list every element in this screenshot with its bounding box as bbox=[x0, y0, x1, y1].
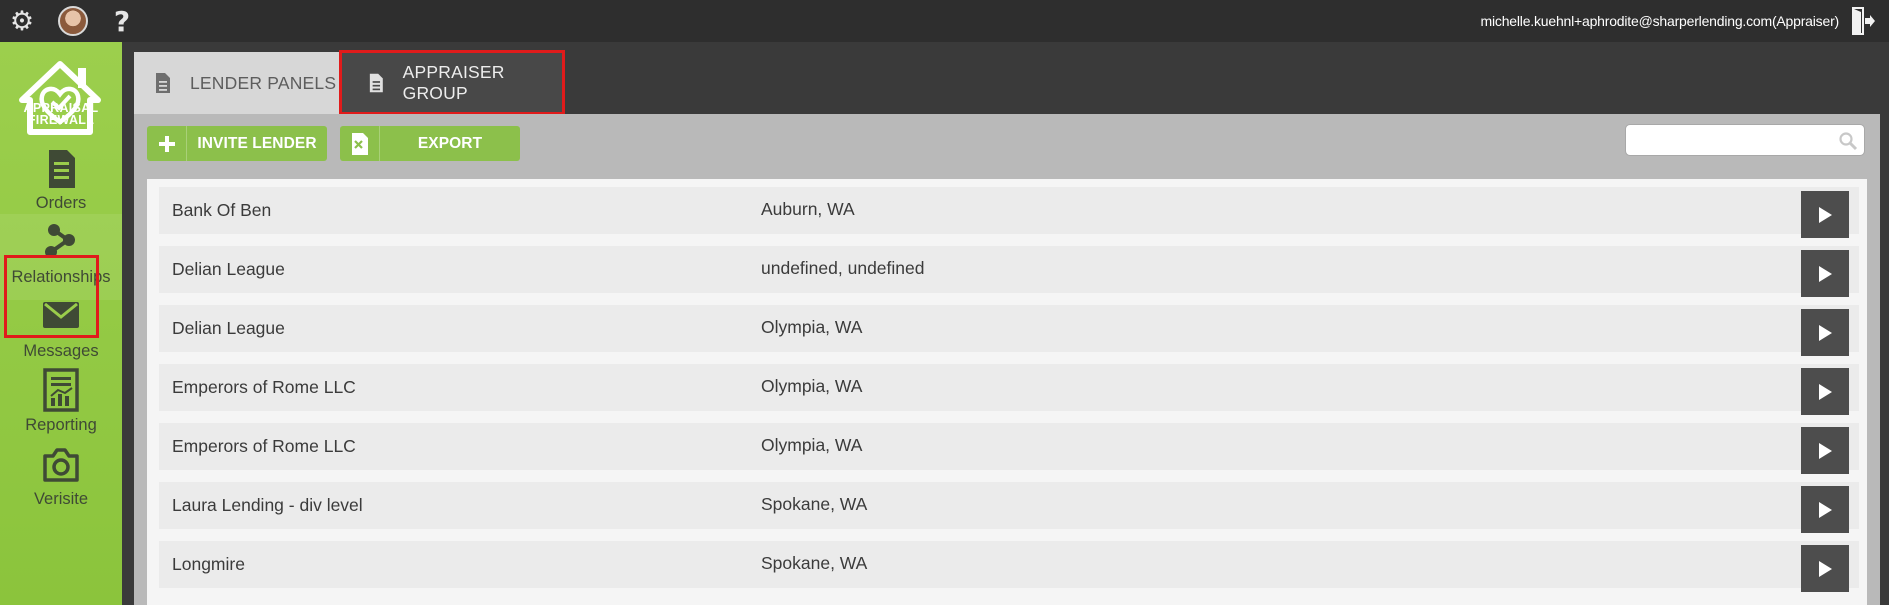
table-row[interactable]: Laura Lending - div level Spokane, WA bbox=[159, 482, 1859, 533]
lender-location: Olympia, WA bbox=[761, 376, 863, 396]
lender-location: Spokane, WA bbox=[761, 553, 868, 573]
document-icon bbox=[369, 73, 383, 93]
sidebar-item-label: Verisite bbox=[33, 490, 89, 508]
tab-label: LENDER PANELS bbox=[190, 72, 337, 93]
user-label[interactable]: michelle.kuehnl+aphrodite@sharperlending… bbox=[1481, 13, 1840, 29]
main-content: LENDER PANELS APPRAISER GROUP INVITE LEN… bbox=[134, 50, 1880, 605]
lender-location: Auburn, WA bbox=[761, 199, 855, 219]
table-row[interactable]: Delian League undefined, undefined bbox=[159, 246, 1859, 297]
open-lender-button[interactable] bbox=[1801, 368, 1849, 415]
logout-icon[interactable] bbox=[1849, 5, 1875, 37]
lender-list: Bank Of Ben Auburn, WA Delian League undefi… bbox=[147, 179, 1867, 605]
sidebar-item-label: Relationships bbox=[11, 268, 111, 286]
lender-location: Olympia, WA bbox=[761, 317, 863, 337]
excel-export-icon bbox=[340, 126, 380, 161]
play-arrow-icon bbox=[1819, 383, 1832, 400]
lender-location: undefined, undefined bbox=[761, 258, 925, 278]
invite-lender-label: INVITE LENDER bbox=[197, 134, 317, 152]
lender-location: Spokane, WA bbox=[761, 494, 868, 514]
avatar[interactable] bbox=[58, 6, 88, 36]
sidebar-item-label: Orders bbox=[35, 194, 87, 212]
open-lender-button[interactable] bbox=[1801, 427, 1849, 474]
tab-appraiser-group[interactable]: APPRAISER GROUP bbox=[342, 52, 562, 114]
lender-name: Laura Lending - div level bbox=[172, 495, 363, 515]
gear-icon[interactable]: ⚙ bbox=[8, 6, 36, 36]
tab-label: APPRAISER GROUP bbox=[402, 62, 505, 103]
tab-lender-panels[interactable]: LENDER PANELS bbox=[134, 52, 340, 114]
appraiser-group-panel: INVITE LENDER EXPORT Bank Of Ben Auburn, … bbox=[134, 114, 1880, 605]
invite-lender-button[interactable]: INVITE LENDER bbox=[147, 126, 327, 161]
play-arrow-icon bbox=[1819, 560, 1832, 577]
lender-name: Emperors of Rome LLC bbox=[172, 377, 356, 397]
search-icon bbox=[1839, 132, 1858, 151]
table-row[interactable]: Delian League Olympia, WA bbox=[159, 305, 1859, 356]
open-lender-button[interactable] bbox=[1801, 486, 1849, 533]
logo-text-line2: FIREWALL bbox=[27, 113, 95, 127]
sidebar: APPRAISAL FIREWALL Orders Relationships … bbox=[0, 42, 122, 605]
table-row[interactable]: Longmire Spokane, WA bbox=[159, 541, 1859, 592]
help-icon[interactable]: ? bbox=[108, 5, 136, 38]
table-row[interactable]: Bank Of Ben Auburn, WA bbox=[159, 187, 1859, 238]
play-arrow-icon bbox=[1819, 265, 1832, 282]
sidebar-item-label: Messages bbox=[23, 342, 99, 360]
sidebar-item-label: Reporting bbox=[25, 416, 97, 434]
lender-name: Delian League bbox=[172, 259, 285, 279]
document-icon bbox=[49, 150, 75, 188]
tab-bar: LENDER PANELS APPRAISER GROUP bbox=[134, 50, 1880, 115]
table-row[interactable]: Emperors of Rome LLC Olympia, WA bbox=[159, 364, 1859, 415]
camera-icon bbox=[43, 448, 79, 482]
document-icon bbox=[156, 73, 170, 93]
report-chart-icon bbox=[43, 368, 79, 412]
envelope-icon bbox=[43, 302, 79, 328]
top-bar: ⚙ ? michelle.kuehnl+aphrodite@sharperlen… bbox=[0, 0, 1889, 42]
lender-name: Emperors of Rome LLC bbox=[172, 436, 356, 456]
play-arrow-icon bbox=[1819, 501, 1832, 518]
search-input[interactable] bbox=[1625, 124, 1865, 156]
play-arrow-icon bbox=[1819, 324, 1832, 341]
table-row[interactable]: Emperors of Rome LLC Olympia, WA bbox=[159, 423, 1859, 474]
open-lender-button[interactable] bbox=[1801, 250, 1849, 297]
lender-name: Delian League bbox=[172, 318, 285, 338]
open-lender-button[interactable] bbox=[1801, 545, 1849, 592]
lender-name: Bank Of Ben bbox=[172, 200, 272, 220]
open-lender-button[interactable] bbox=[1801, 309, 1849, 356]
play-arrow-icon bbox=[1819, 442, 1832, 459]
sidebar-item-verisite[interactable]: Verisite bbox=[0, 436, 122, 522]
plus-icon bbox=[147, 126, 187, 161]
export-button[interactable]: EXPORT bbox=[340, 126, 520, 161]
open-lender-button[interactable] bbox=[1801, 191, 1849, 238]
play-arrow-icon bbox=[1819, 206, 1832, 223]
lender-name: Longmire bbox=[172, 554, 245, 574]
lender-location: Olympia, WA bbox=[761, 435, 863, 455]
export-label: EXPORT bbox=[417, 134, 483, 152]
relationship-nodes-icon bbox=[45, 224, 75, 258]
